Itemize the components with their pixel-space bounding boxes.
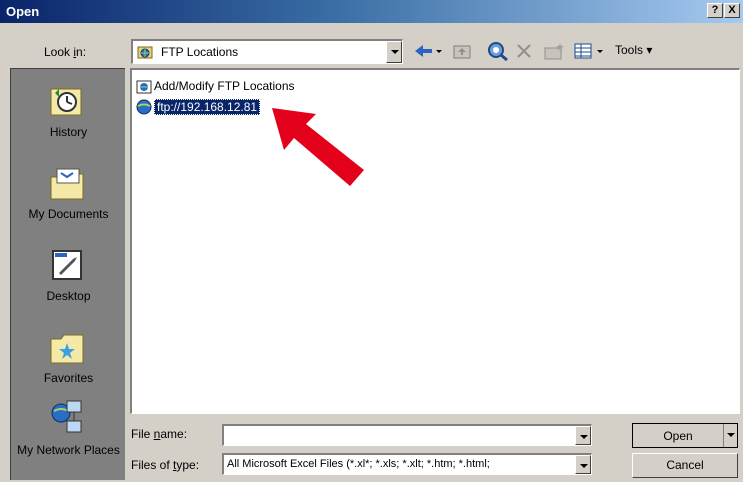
file-type-dropdown-arrow[interactable] — [575, 455, 591, 474]
ftp-site-icon — [136, 99, 152, 115]
favorites-icon — [50, 334, 84, 364]
file-name-label: File name: — [131, 427, 188, 441]
place-my-documents[interactable]: My Documents — [11, 165, 126, 235]
file-name-dropdown-arrow[interactable] — [575, 426, 591, 445]
open-button[interactable]: Open — [632, 423, 738, 448]
file-type-label: Files of type: — [131, 458, 200, 472]
places-bar: History My Documents Desktop Favorites M… — [10, 68, 125, 480]
my-documents-icon — [50, 168, 84, 200]
file-list[interactable]: Add/Modify FTP Locations ftp://192.168.1… — [130, 68, 740, 414]
look-in-dropdown-arrow[interactable] — [386, 41, 402, 63]
look-in-dropdown[interactable]: FTP Locations — [131, 39, 403, 64]
tools-label: Tools — [615, 43, 644, 57]
place-label: My Network Places — [17, 443, 120, 457]
file-type-dropdown[interactable]: All Microsoft Excel Files (*.xl*; *.xls;… — [222, 453, 592, 475]
ftp-add-icon — [136, 80, 152, 94]
new-folder-icon[interactable] — [543, 41, 565, 61]
history-icon — [50, 88, 82, 116]
close-button[interactable]: X — [724, 3, 740, 18]
ftp-folder-icon — [137, 46, 153, 59]
search-web-icon[interactable] — [487, 41, 509, 61]
title-bar: Open ? X — [0, 0, 743, 23]
delete-icon[interactable] — [515, 41, 533, 61]
file-name-input[interactable] — [222, 424, 592, 446]
place-favorites[interactable]: Favorites — [11, 329, 126, 399]
back-arrow-icon[interactable] — [412, 41, 444, 61]
window-title: Open — [6, 4, 40, 19]
file-name: ftp://192.168.12.81 — [154, 99, 261, 115]
views-icon[interactable] — [573, 41, 609, 61]
place-desktop[interactable]: Desktop — [11, 247, 126, 317]
place-label: History — [49, 125, 88, 139]
up-folder-icon[interactable] — [452, 41, 472, 61]
place-label: My Documents — [28, 207, 109, 221]
place-label: Favorites — [43, 371, 94, 385]
open-label: Open — [663, 429, 693, 443]
file-type-value: All Microsoft Excel Files (*.xl*; *.xls;… — [227, 458, 490, 470]
look-in-label: Look in: — [44, 45, 87, 59]
file-name: Add/Modify FTP Locations — [154, 79, 295, 93]
place-my-network[interactable]: My Network Places — [11, 399, 126, 479]
network-places-icon — [51, 400, 82, 433]
look-in-value: FTP Locations — [161, 45, 239, 59]
open-options-arrow[interactable] — [723, 424, 737, 447]
help-button[interactable]: ? — [707, 3, 723, 18]
pointer-arrow-icon — [272, 108, 364, 186]
place-label: Desktop — [46, 289, 91, 303]
desktop-icon — [52, 250, 82, 280]
place-history[interactable]: History — [11, 83, 126, 153]
tools-menu[interactable]: Tools ▾ — [615, 43, 652, 63]
cancel-button[interactable]: Cancel — [632, 453, 738, 478]
